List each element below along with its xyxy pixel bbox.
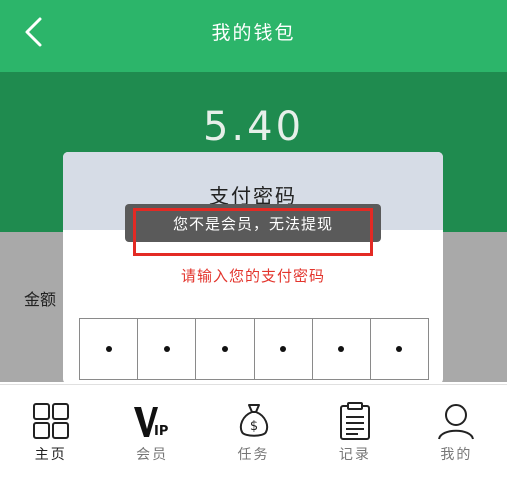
bottom-tabbar: 主页 IP 会员 $ 任务 记录 我的 xyxy=(0,384,507,479)
pin-cell[interactable] xyxy=(80,319,139,379)
tab-label: 会员 xyxy=(136,447,169,463)
user-icon xyxy=(436,401,476,441)
tab-records[interactable]: 记录 xyxy=(304,385,405,479)
pin-cell[interactable] xyxy=(313,319,371,379)
tab-label: 我的 xyxy=(440,447,473,463)
pin-input[interactable] xyxy=(79,318,429,380)
page-title: 我的钱包 xyxy=(211,22,296,44)
svg-text:$: $ xyxy=(249,419,257,434)
tab-mine[interactable]: 我的 xyxy=(406,385,507,479)
highlight-outline xyxy=(133,208,373,256)
pay-password-dialog: 支付密码 请输入您的支付密码 xyxy=(63,152,443,384)
pin-dot xyxy=(338,346,345,352)
app-header: 我的钱包 xyxy=(0,0,507,72)
pin-cell[interactable] xyxy=(138,319,197,379)
money-bag-icon: $ xyxy=(234,401,274,441)
pin-dot xyxy=(105,346,112,352)
grid-home-icon xyxy=(31,401,71,441)
tab-label: 主页 xyxy=(34,447,67,463)
svg-text:IP: IP xyxy=(154,424,168,439)
tab-label: 任务 xyxy=(237,447,270,463)
tab-vip[interactable]: IP 会员 xyxy=(101,385,202,479)
amount-label: 金额 xyxy=(24,290,57,309)
tab-home[interactable]: 主页 xyxy=(0,385,101,479)
pin-cell[interactable] xyxy=(196,319,255,379)
pin-cell[interactable] xyxy=(371,319,428,379)
pin-dot xyxy=(221,346,228,352)
pin-dot xyxy=(163,346,170,352)
tab-tasks[interactable]: $ 任务 xyxy=(203,385,304,479)
tab-label: 记录 xyxy=(338,447,371,463)
clipboard-icon xyxy=(335,401,375,441)
vip-icon: IP xyxy=(132,401,172,441)
pin-cell[interactable] xyxy=(255,319,313,379)
pin-dot xyxy=(396,346,403,352)
password-hint: 请输入您的支付密码 xyxy=(180,267,325,285)
balance-value: 5.40 xyxy=(202,104,305,150)
pin-dot xyxy=(280,346,287,352)
